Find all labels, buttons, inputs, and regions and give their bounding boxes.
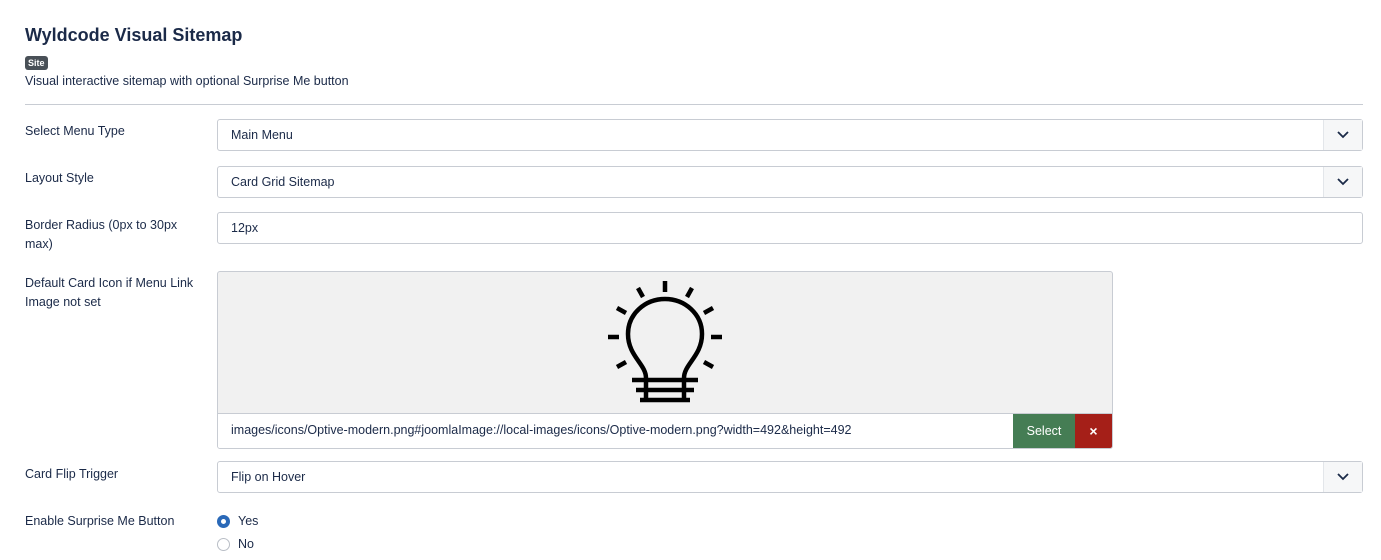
layout-style-select[interactable]: Card Grid Sitemap (217, 166, 1363, 198)
default-icon-label: Default Card Icon if Menu Link Image not… (25, 276, 194, 309)
radio-no[interactable]: No (217, 537, 254, 551)
chevron-down-icon[interactable] (1323, 167, 1362, 197)
menu-type-label: Select Menu Type (25, 124, 125, 138)
header-divider (25, 104, 1363, 105)
menu-type-value: Main Menu (231, 128, 293, 142)
flip-trigger-label: Card Flip Trigger (25, 467, 119, 481)
image-preview (218, 272, 1112, 416)
module-description: Visual interactive sitemap with optional… (25, 74, 349, 88)
site-badge: Site (25, 56, 48, 70)
select-button[interactable]: Select (1013, 414, 1075, 448)
border-radius-value: 12px (231, 221, 259, 235)
border-radius-label: Border Radius (0px to 30px max) (25, 218, 178, 251)
close-icon: × (1089, 423, 1098, 439)
surprise-me-label: Enable Surprise Me Button (25, 514, 175, 528)
clear-button[interactable]: × (1075, 414, 1112, 448)
radio-no-label: No (238, 537, 254, 551)
radio-yes-label: Yes (238, 514, 259, 528)
page-title: Wyldcode Visual Sitemap (25, 25, 243, 45)
media-path-bar: images/icons/Optive-modern.png#joomlaIma… (218, 413, 1112, 448)
layout-style-label: Layout Style (25, 171, 94, 185)
radio-yes-input[interactable] (217, 514, 230, 528)
layout-style-value: Card Grid Sitemap (231, 175, 335, 189)
lightbulb-icon (608, 281, 722, 403)
media-path-input[interactable]: images/icons/Optive-modern.png#joomlaIma… (231, 414, 852, 447)
radio-yes[interactable]: Yes (217, 514, 258, 528)
flip-trigger-value: Flip on Hover (231, 470, 306, 484)
radio-no-input[interactable] (217, 537, 230, 551)
menu-type-select[interactable]: Main Menu (217, 119, 1363, 151)
media-field: images/icons/Optive-modern.png#joomlaIma… (217, 271, 1113, 449)
chevron-down-icon[interactable] (1323, 120, 1362, 150)
flip-trigger-select[interactable]: Flip on Hover (217, 461, 1363, 493)
chevron-down-icon[interactable] (1323, 462, 1362, 492)
border-radius-input[interactable]: 12px (217, 212, 1363, 244)
